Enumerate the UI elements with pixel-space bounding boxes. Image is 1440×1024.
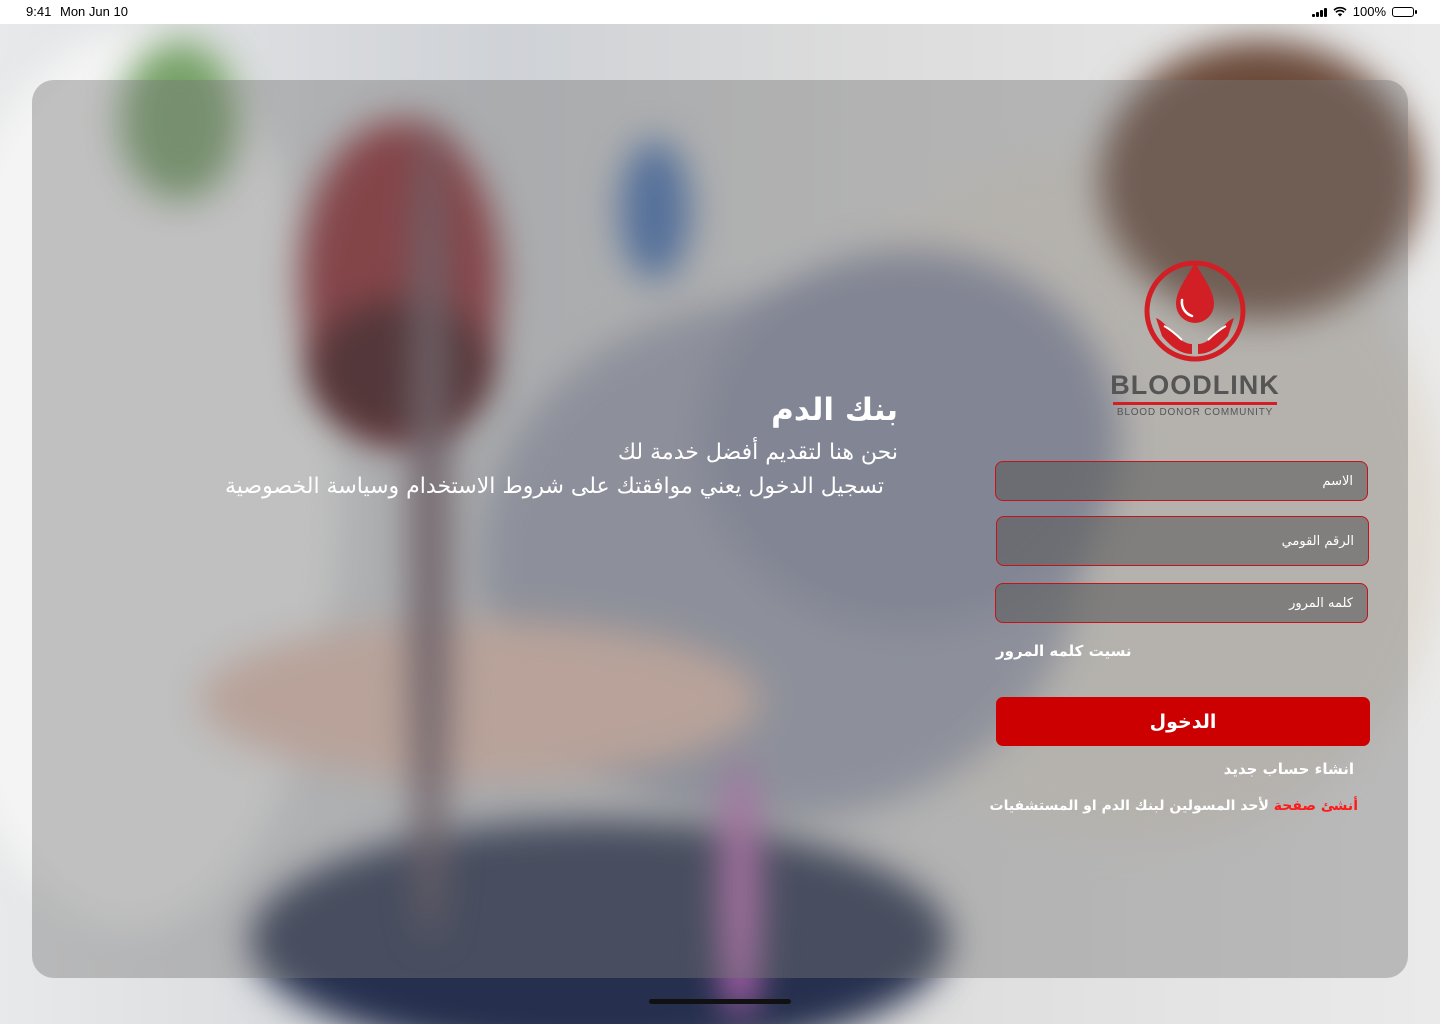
create-account-link[interactable]: انشاء حساب جديد [1224,760,1354,778]
status-bar: 9:41 Mon Jun 10 100% [0,0,1440,24]
brand-underline [1113,402,1277,405]
home-indicator[interactable] [649,999,791,1004]
create-admin-page-link[interactable]: أنشئ صفحة [1274,798,1358,814]
password-field[interactable] [995,583,1368,623]
hero-subtitle: نحن هنا لتقديم أفضل خدمة لك [617,440,898,465]
admin-page-note: أنشئ صفحة لأحد المسولين لبنك الدم او الم… [990,798,1358,814]
name-field[interactable] [995,461,1368,501]
cellular-signal-icon [1311,7,1327,17]
status-date: Mon Jun 10 [60,4,128,19]
hero-text: بنك الدم نحن هنا لتقديم أفضل خدمة لك تسج… [225,392,898,504]
terms-notice: تسجيل الدخول يعني موافقتك على شروط الاست… [224,474,884,499]
bloodlink-logo: BLOODLINK BLOOD DONOR COMMUNITY [1100,256,1290,418]
page-title: بنك الدم [771,392,898,428]
national-id-field[interactable] [996,516,1369,566]
name-input[interactable] [996,462,1367,500]
national-id-input[interactable] [997,517,1368,565]
forgot-password-link[interactable]: نسيت كلمه المرور [996,642,1131,660]
battery-percent: 100% [1352,4,1386,19]
password-input[interactable] [996,584,1367,622]
login-button[interactable]: الدخول [996,697,1370,746]
status-time: 9:41 [26,4,52,19]
blood-drop-hands-icon [1144,260,1246,362]
wifi-icon [1333,6,1347,17]
brand-name: BLOODLINK [1110,370,1280,400]
battery-icon [1392,6,1417,17]
brand-tagline: BLOOD DONOR COMMUNITY [1116,407,1274,418]
admin-page-text: لأحد المسولين لبنك الدم او المستشفيات [989,798,1274,814]
